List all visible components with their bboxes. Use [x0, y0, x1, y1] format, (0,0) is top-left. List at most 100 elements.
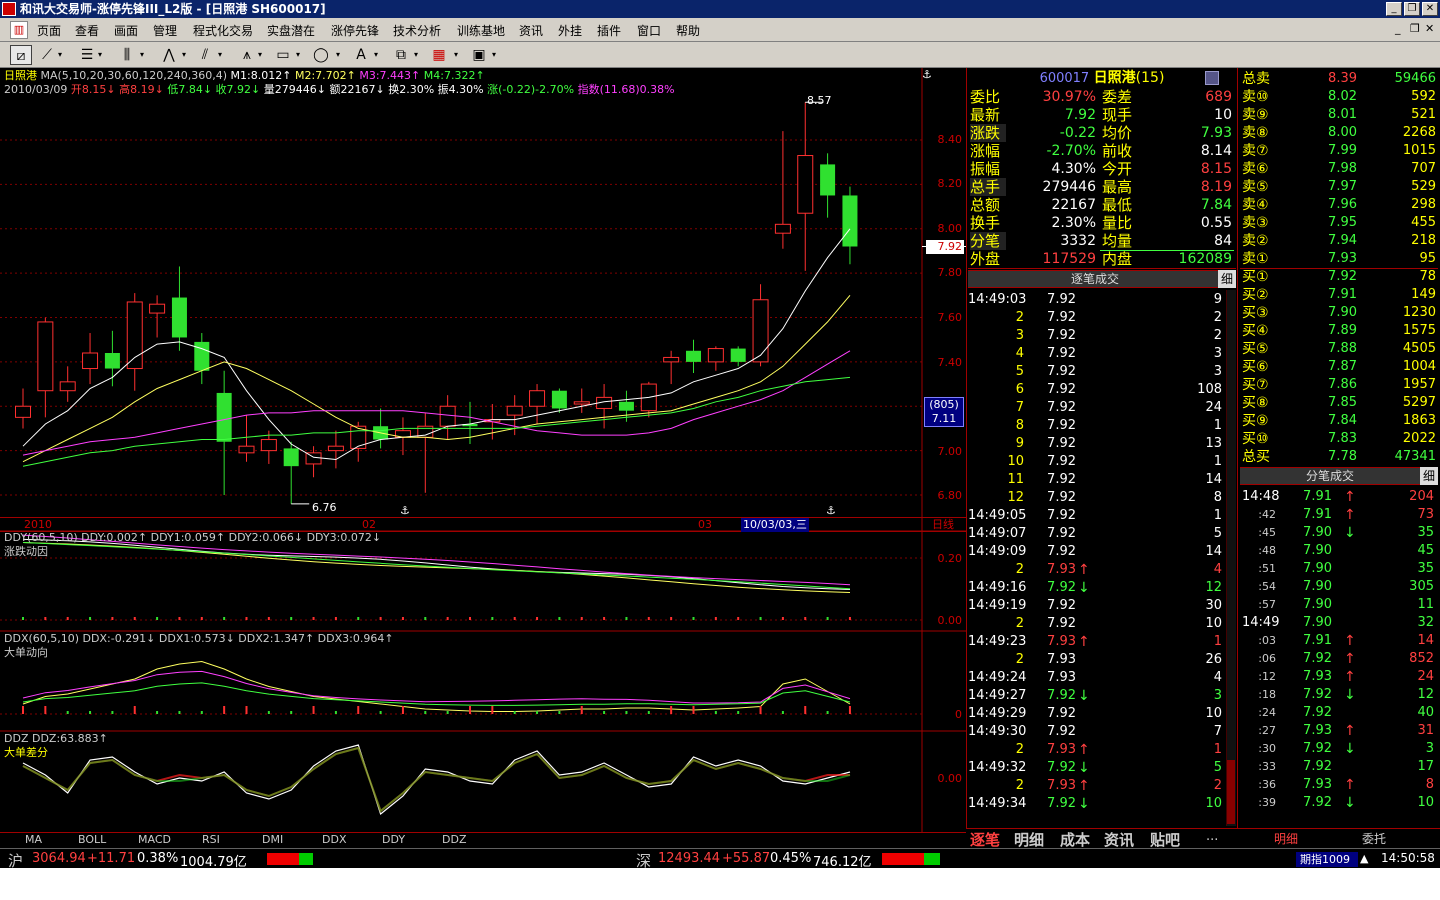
kline-svg[interactable]	[0, 68, 966, 832]
tab-zhubi[interactable]: 逐笔	[970, 829, 1000, 850]
bid-row[interactable]: 买⑤ 7.88 4505	[1240, 340, 1438, 358]
close-button[interactable]: ✕	[1422, 2, 1438, 16]
anchor-icon[interactable]: ⚓	[922, 68, 936, 82]
mdi-restore-button[interactable]: ❐	[1410, 22, 1420, 35]
chevron-down-icon[interactable]: ▾	[58, 45, 66, 65]
mdi-close-button[interactable]: ✕	[1425, 22, 1434, 35]
tab-more[interactable]: ...	[1206, 829, 1218, 844]
grid-icon[interactable]	[1205, 71, 1219, 85]
bid-row[interactable]: 买⑩ 7.83 2022	[1240, 430, 1438, 448]
ask-row[interactable]: 卖④ 7.96 298	[1240, 196, 1438, 214]
menu-plugins[interactable]: 插件	[597, 22, 621, 39]
tab-ddy[interactable]: DDY	[382, 833, 405, 847]
tab-forum[interactable]: 贴吧	[1150, 829, 1180, 850]
period-label[interactable]: 日线	[932, 518, 954, 532]
menu-help[interactable]: 帮助	[676, 22, 700, 39]
menu-manage[interactable]: 管理	[153, 22, 177, 39]
fan-tool-icon[interactable]: ⋀	[158, 45, 180, 65]
gann-tool-icon[interactable]: ⫽	[194, 45, 216, 65]
total-row[interactable]: 总买 7.78 47341	[1240, 448, 1438, 466]
bid-row[interactable]: 买⑥ 7.87 1004	[1240, 358, 1438, 376]
cycle-tool-icon[interactable]: ⫼	[116, 45, 138, 65]
stock-code: 600017	[1039, 71, 1090, 86]
tab-ma[interactable]: MA	[25, 833, 42, 847]
bid-row[interactable]: 买⑦ 7.86 1957	[1240, 376, 1438, 394]
menu-bar: ▥ 页面 查看 画面 管理 程式化交易 实盘潜在 涨停先锋 技术分析 训练基地 …	[0, 18, 1440, 42]
tab-cost[interactable]: 成本	[1060, 829, 1090, 850]
tick-row: 4 7.92 3	[968, 345, 1224, 363]
chevron-down-icon[interactable]: ▾	[182, 45, 190, 65]
ticks-scrollbar[interactable]	[1226, 290, 1236, 826]
tab-dmi[interactable]: DMI	[262, 833, 283, 847]
menu-window[interactable]: 窗口	[637, 22, 661, 39]
ask-row[interactable]: 卖⑨ 8.01 521	[1240, 106, 1438, 124]
tab-info[interactable]: 资讯	[1104, 829, 1134, 850]
ticks-detail-button[interactable]: 细	[1218, 270, 1236, 288]
menu-page[interactable]: 页面	[37, 22, 61, 39]
bid-row[interactable]: 买④ 7.89 1575	[1240, 322, 1438, 340]
menu-screen[interactable]: 画面	[114, 22, 138, 39]
color-palette-icon[interactable]: ▦	[428, 45, 450, 65]
futures-label[interactable]: 期指1009	[1296, 852, 1358, 867]
bid-row[interactable]: 买② 7.91 149	[1240, 286, 1438, 304]
text-tool-icon[interactable]: A	[350, 45, 372, 65]
menu-plugin-ext[interactable]: 外挂	[558, 22, 582, 39]
ask-row[interactable]: 卖② 7.94 218	[1240, 232, 1438, 250]
line-tool-icon[interactable]: ⟋	[36, 45, 58, 65]
ellipse-tool-icon[interactable]: ◯	[310, 45, 332, 65]
copy-tool-icon[interactable]: ⧉	[390, 45, 412, 65]
mdi-minimize-button[interactable]: _	[1395, 22, 1401, 35]
draw-cursor-icon[interactable]: ⧄	[10, 45, 32, 65]
chevron-down-icon[interactable]: ▾	[218, 45, 226, 65]
ask-row[interactable]: 卖⑧ 8.00 2268	[1240, 124, 1438, 142]
chevron-down-icon[interactable]: ▾	[414, 45, 422, 65]
ask-row[interactable]: 卖① 7.93 95	[1240, 250, 1438, 268]
ticks-scroll-thumb[interactable]	[1227, 760, 1235, 824]
fen-time: :45	[1258, 526, 1276, 539]
ask-row[interactable]: 卖⑤ 7.97 529	[1240, 178, 1438, 196]
minimize-button[interactable]: _	[1386, 2, 1402, 16]
doc-icon[interactable]: ▥	[10, 21, 28, 39]
bid-row[interactable]: 买③ 7.90 1230	[1240, 304, 1438, 322]
fen-detail-button[interactable]: 细	[1420, 467, 1438, 485]
chevron-down-icon[interactable]: ▾	[336, 45, 344, 65]
menu-program-trading[interactable]: 程式化交易	[193, 22, 253, 39]
menu-view[interactable]: 查看	[75, 22, 99, 39]
tab-mingxi[interactable]: 明细	[1014, 829, 1044, 850]
restore-button[interactable]: ❐	[1404, 2, 1420, 16]
menu-tech-analysis[interactable]: 技术分析	[393, 22, 441, 39]
chevron-down-icon[interactable]: ▾	[454, 45, 462, 65]
bid-row[interactable]: 买① 7.92 78	[1240, 268, 1438, 286]
menu-latent[interactable]: 实盘潜在	[267, 22, 315, 39]
ask-row[interactable]: 卖⑦ 7.99 1015	[1240, 142, 1438, 160]
tab-rsi[interactable]: RSI	[202, 833, 220, 847]
chevron-down-icon[interactable]: ▾	[98, 45, 106, 65]
chevron-down-icon[interactable]: ▾	[140, 45, 148, 65]
tick-time: 14:49:24	[968, 670, 1027, 685]
tab-macd[interactable]: MACD	[138, 833, 171, 847]
tab-ddz[interactable]: DDZ	[442, 833, 466, 847]
menu-limit-up[interactable]: 涨停先锋	[331, 22, 379, 39]
bid-row[interactable]: 买⑨ 7.84 1863	[1240, 412, 1438, 430]
chevron-down-icon[interactable]: ▾	[492, 45, 500, 65]
chevron-down-icon[interactable]: ▾	[258, 45, 266, 65]
ask-row[interactable]: 卖⑥ 7.98 707	[1240, 160, 1438, 178]
total-row[interactable]: 总卖 8.39 59466	[1240, 70, 1438, 88]
bid-row[interactable]: 买⑧ 7.85 5297	[1240, 394, 1438, 412]
menu-news[interactable]: 资讯	[519, 22, 543, 39]
menu-training[interactable]: 训练基地	[457, 22, 505, 39]
tick-row: 8 7.92 1	[968, 417, 1224, 435]
ask-row[interactable]: 卖⑩ 8.02 592	[1240, 88, 1438, 106]
status-bar: 沪 3064.94 +11.71 0.38% 1004.79亿 深 12493.…	[0, 848, 1440, 870]
tab-mingxi2[interactable]: 明细	[1274, 830, 1298, 847]
tab-weituo[interactable]: 委托	[1362, 830, 1386, 847]
chevron-down-icon[interactable]: ▾	[296, 45, 304, 65]
ask-row[interactable]: 卖③ 7.95 455	[1240, 214, 1438, 232]
pattern-tool-icon[interactable]: ⩚	[236, 45, 258, 65]
tab-boll[interactable]: BOLL	[78, 833, 106, 847]
chevron-down-icon[interactable]: ▾	[374, 45, 382, 65]
tab-ddx[interactable]: DDX	[322, 833, 346, 847]
channel-tool-icon[interactable]: ☰	[76, 45, 98, 65]
save-icon[interactable]: ▣	[468, 45, 490, 65]
rectangle-tool-icon[interactable]: ▭	[272, 45, 294, 65]
